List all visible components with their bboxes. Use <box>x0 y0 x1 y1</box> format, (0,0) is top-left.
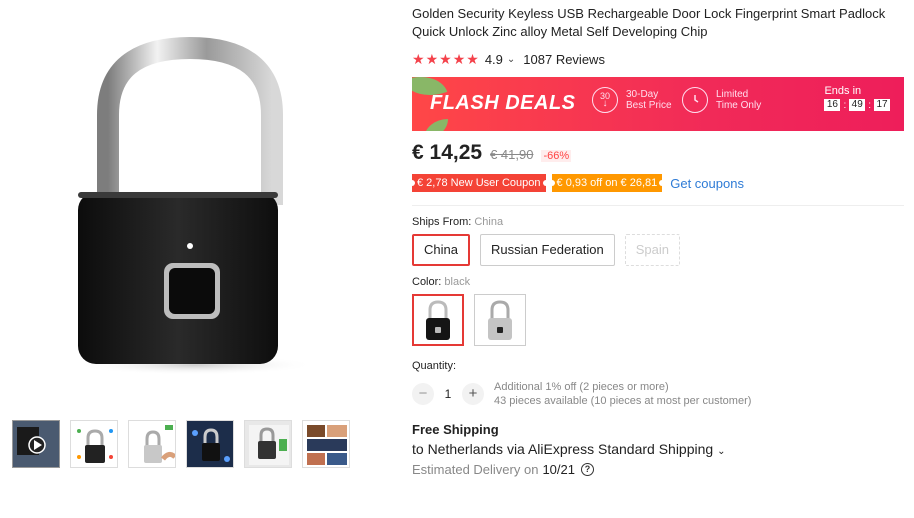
color-title: Color: <box>412 276 442 288</box>
price-row: € 14,25 € 41,90 -66% <box>412 141 904 165</box>
quantity-input[interactable]: 1 <box>434 387 462 401</box>
quantity-info: Additional 1% off (2 pieces or more) 43 … <box>494 380 751 408</box>
flash-deals-banner: FLASH DEALS 30 ↓ 30-Day Best Price Limite… <box>412 77 904 131</box>
shipping-destination-text: to Netherlands via AliExpress Standard S… <box>412 441 714 457</box>
color-options <box>412 294 904 346</box>
ships-from-label: Ships From: China <box>412 216 904 228</box>
calendar-30-icon: 30 ↓ <box>592 87 618 113</box>
main-product-image[interactable] <box>40 20 350 390</box>
thumbnail-6[interactable] <box>302 420 350 468</box>
ends-in-label: Ends in <box>824 85 862 97</box>
get-coupons-link[interactable]: Get coupons <box>670 176 744 191</box>
star-icon: ★ <box>452 51 466 67</box>
limited-time-line1: Limited <box>716 89 749 100</box>
new-user-coupon[interactable]: € 2,78 New User Coupon <box>409 174 549 192</box>
chevron-down-icon[interactable]: ⌄ <box>717 446 725 457</box>
product-title: Golden Security Keyless USB Rechargeable… <box>412 6 886 39</box>
best-price-line1: 30-Day <box>626 89 659 100</box>
coupon-row: € 2,78 New User Coupon € 0,93 off on € 2… <box>409 173 904 193</box>
ships-from-value: China <box>474 216 504 228</box>
help-icon[interactable]: ? <box>581 463 594 476</box>
timer-separator: : <box>843 99 847 111</box>
star-icon: ★ <box>466 51 479 67</box>
stock-info: 43 pieces available (10 pieces at most p… <box>494 395 752 407</box>
star-icon: ★ <box>412 51 425 67</box>
limited-time-line2: Time Only <box>716 100 762 111</box>
best-price-feature: 30 ↓ 30-Day Best Price <box>592 87 672 113</box>
bulk-discount-info: Additional 1% off (2 pieces or more) <box>494 381 669 393</box>
color-label: Color: black <box>412 276 904 288</box>
thumbnail-3[interactable] <box>128 420 176 468</box>
shipping-destination[interactable]: to Netherlands via AliExpress Standard S… <box>412 441 904 457</box>
rating-row: ★ ★ ★ ★ ★ 4.9 ⌄ 1087 Reviews <box>412 49 904 69</box>
star-icon: ★ <box>439 51 452 67</box>
store-coupon[interactable]: € 0,93 off on € 26,81 <box>548 174 665 192</box>
estimated-delivery: Estimated Delivery on 10/21 ? <box>412 462 904 477</box>
rating-value[interactable]: 4.9 <box>485 52 503 67</box>
timer-minutes: 49 <box>849 99 866 111</box>
thumbnail-5[interactable] <box>244 420 292 468</box>
ships-from-options: China Russian Federation Spain <box>412 234 904 266</box>
limited-time-feature: Limited Time Only <box>682 87 761 113</box>
ships-from-spain: Spain <box>624 234 680 266</box>
color-silver-swatch[interactable] <box>474 294 526 346</box>
ships-from-china[interactable]: China <box>412 234 470 266</box>
timer-hours: 16 <box>824 99 841 111</box>
quantity-plus-button[interactable]: + <box>462 383 484 405</box>
free-shipping-title: Free Shipping <box>412 422 499 437</box>
divider <box>412 205 904 206</box>
thumbnail-4[interactable] <box>186 420 234 468</box>
current-price: € 14,25 <box>412 141 483 164</box>
chevron-down-icon[interactable]: ⌄ <box>507 54 515 65</box>
star-rating[interactable]: ★ ★ ★ ★ ★ <box>412 52 479 66</box>
countdown: Ends in 16 : 49 : 17 <box>824 85 890 111</box>
ships-from-russia[interactable]: Russian Federation <box>479 234 615 266</box>
leaf-decoration-icon <box>424 119 448 131</box>
discount-badge: -66% <box>541 150 572 162</box>
quantity-stepper: − 1 + Additional 1% off (2 pieces or mor… <box>412 380 904 408</box>
color-value: black <box>444 276 471 288</box>
timer-seconds: 17 <box>874 99 890 111</box>
thumbnail-video[interactable] <box>12 420 60 468</box>
color-black-swatch[interactable] <box>412 294 464 346</box>
timer-separator: : <box>868 99 871 111</box>
quantity-label: Quantity: <box>412 360 457 372</box>
reviews-link[interactable]: 1087 Reviews <box>523 52 605 67</box>
clock-icon <box>682 87 708 113</box>
flash-deals-title: FLASH DEALS <box>430 92 576 114</box>
best-price-line2: Best Price <box>626 100 672 111</box>
star-icon: ★ <box>425 51 439 67</box>
original-price: € 41,90 <box>490 147 534 162</box>
ships-from-title: Ships From: <box>412 216 472 228</box>
product-info: Golden Security Keyless USB Rechargeable… <box>409 0 904 477</box>
thumbnail-strip <box>12 420 350 468</box>
delivery-date: 10/21 <box>542 462 575 477</box>
countdown-timer: 16 : 49 : 17 <box>824 99 890 111</box>
quantity-minus-button[interactable]: − <box>412 383 434 405</box>
delivery-label: Estimated Delivery on <box>412 462 539 477</box>
thumbnail-2[interactable] <box>70 420 118 468</box>
